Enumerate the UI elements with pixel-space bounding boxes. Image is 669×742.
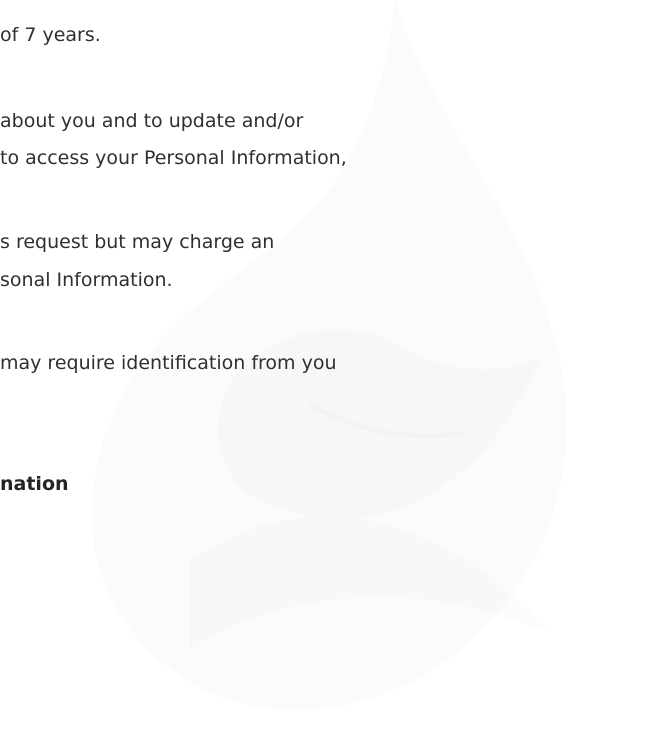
document-line: sonal Information. bbox=[0, 269, 173, 291]
document-line: about you and to update and/or bbox=[0, 110, 304, 132]
document-line: may require identification from you bbox=[0, 352, 337, 374]
section-heading-fragment: nation bbox=[0, 473, 69, 495]
document-page: of 7 years. about you and to update and/… bbox=[0, 0, 669, 742]
document-line: s request but may charge an bbox=[0, 231, 275, 253]
document-line: of 7 years. bbox=[0, 24, 101, 46]
document-line: to access your Personal Information, bbox=[0, 147, 347, 169]
